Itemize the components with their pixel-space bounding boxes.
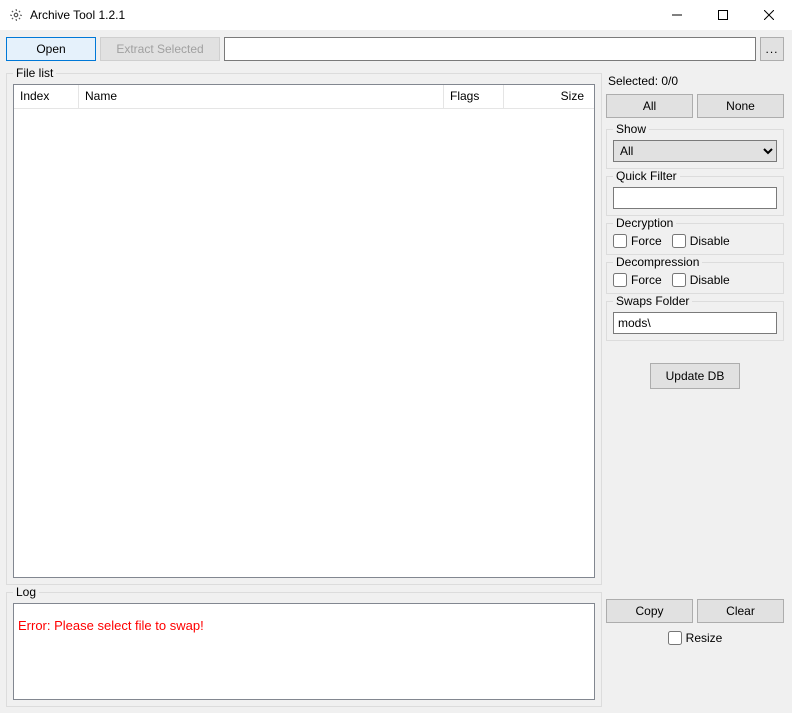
log-box[interactable]: Error: Please select file to swap! bbox=[13, 603, 595, 700]
decompression-disable-checkbox[interactable]: Disable bbox=[672, 273, 730, 287]
resize-checkbox[interactable]: Resize bbox=[668, 631, 723, 645]
toolbar: Open Extract Selected ... bbox=[6, 36, 784, 62]
decompression-legend: Decompression bbox=[613, 255, 702, 269]
column-size[interactable]: Size bbox=[504, 85, 594, 108]
show-legend: Show bbox=[613, 122, 649, 136]
close-button[interactable] bbox=[746, 0, 792, 30]
decompression-disable-input[interactable] bbox=[672, 273, 686, 287]
log-clear-button[interactable]: Clear bbox=[697, 599, 784, 623]
decompression-force-checkbox[interactable]: Force bbox=[613, 273, 662, 287]
update-db-button[interactable]: Update DB bbox=[650, 363, 740, 389]
resize-label: Resize bbox=[686, 631, 723, 645]
quick-filter-input[interactable] bbox=[613, 187, 777, 209]
decompression-group: Decompression Force Disable bbox=[606, 262, 784, 294]
maximize-button[interactable] bbox=[700, 0, 746, 30]
decryption-disable-label: Disable bbox=[690, 234, 730, 248]
decryption-disable-input[interactable] bbox=[672, 234, 686, 248]
select-none-button[interactable]: None bbox=[697, 94, 784, 118]
app-icon bbox=[8, 7, 24, 23]
decryption-legend: Decryption bbox=[613, 216, 676, 230]
selected-count-label: Selected: 0/0 bbox=[608, 74, 784, 88]
decryption-group: Decryption Force Disable bbox=[606, 223, 784, 255]
log-legend: Log bbox=[13, 585, 39, 599]
resize-input[interactable] bbox=[668, 631, 682, 645]
decryption-force-input[interactable] bbox=[613, 234, 627, 248]
show-dropdown[interactable]: All bbox=[613, 140, 777, 162]
log-copy-button[interactable]: Copy bbox=[606, 599, 693, 623]
browse-button[interactable]: ... bbox=[760, 37, 784, 61]
archive-path-input[interactable] bbox=[224, 37, 756, 61]
show-group: Show All bbox=[606, 129, 784, 169]
column-name[interactable]: Name bbox=[79, 85, 444, 108]
open-button[interactable]: Open bbox=[6, 37, 96, 61]
quick-filter-group: Quick Filter bbox=[606, 176, 784, 216]
decryption-force-label: Force bbox=[631, 234, 662, 248]
window-controls bbox=[654, 0, 792, 30]
file-list-group: File list Index Name Flags Size bbox=[6, 73, 602, 585]
swaps-folder-group: Swaps Folder bbox=[606, 301, 784, 341]
file-list[interactable]: Index Name Flags Size bbox=[13, 84, 595, 578]
extract-selected-button[interactable]: Extract Selected bbox=[100, 37, 220, 61]
file-list-header: Index Name Flags Size bbox=[14, 85, 594, 109]
log-side-panel: Copy Clear Resize bbox=[606, 585, 784, 707]
swaps-folder-input[interactable] bbox=[613, 312, 777, 334]
column-index[interactable]: Index bbox=[14, 85, 79, 108]
decryption-force-checkbox[interactable]: Force bbox=[613, 234, 662, 248]
column-flags[interactable]: Flags bbox=[444, 85, 504, 108]
side-panel: Selected: 0/0 All None Show All Quick Fi… bbox=[606, 66, 784, 585]
titlebar: Archive Tool 1.2.1 bbox=[0, 0, 792, 30]
log-group: Log Error: Please select file to swap! bbox=[6, 592, 602, 707]
swaps-folder-legend: Swaps Folder bbox=[613, 294, 692, 308]
file-list-legend: File list bbox=[13, 66, 56, 80]
decompression-force-label: Force bbox=[631, 273, 662, 287]
quick-filter-legend: Quick Filter bbox=[613, 169, 680, 183]
window-title: Archive Tool 1.2.1 bbox=[30, 8, 125, 22]
decompression-disable-label: Disable bbox=[690, 273, 730, 287]
decryption-disable-checkbox[interactable]: Disable bbox=[672, 234, 730, 248]
log-message: Error: Please select file to swap! bbox=[18, 618, 590, 633]
minimize-button[interactable] bbox=[654, 0, 700, 30]
file-list-rows[interactable] bbox=[14, 109, 594, 577]
select-all-button[interactable]: All bbox=[606, 94, 693, 118]
decompression-force-input[interactable] bbox=[613, 273, 627, 287]
